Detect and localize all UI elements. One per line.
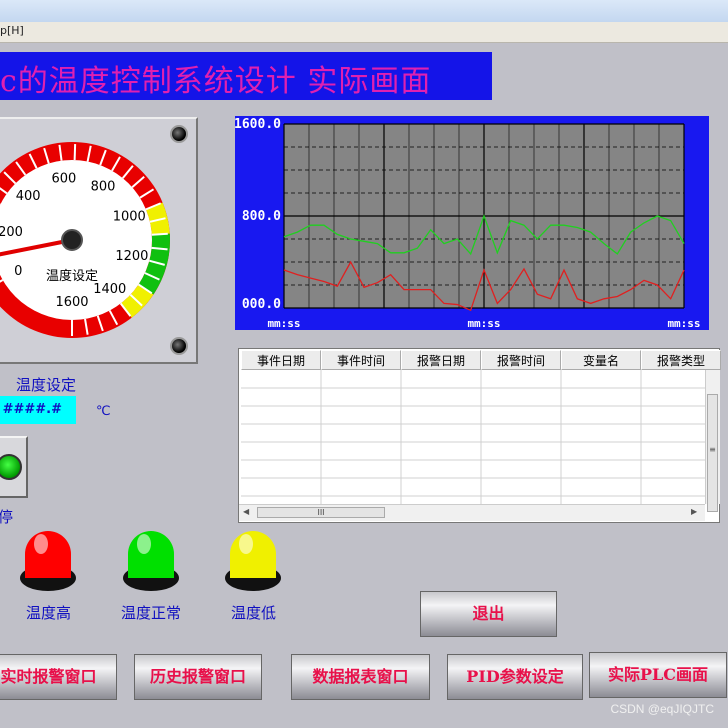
gauge-tick-label: 0 xyxy=(14,264,22,279)
gauge-tick-label: 1200 xyxy=(115,249,148,264)
setpoint-unit: ℃ xyxy=(96,404,111,419)
alarm-table[interactable]: 事件日期 事件时间 报警日期 报警时间 变量名 报警类型 ≡ ◀ III ▶ xyxy=(238,348,721,523)
gauge-tick-label: 800 xyxy=(91,179,116,194)
gauge-hub xyxy=(61,229,83,251)
vertical-scroll-thumb[interactable]: ≡ xyxy=(707,394,718,512)
exit-button[interactable]: 退出 xyxy=(420,591,557,637)
column-header[interactable]: 事件日期 xyxy=(241,350,321,370)
lamp-icon xyxy=(25,531,71,578)
gauge-tick-label: 200 xyxy=(0,225,23,240)
setpoint-label: 温度设定 xyxy=(16,376,77,394)
temperature-gauge: 0 200 400 600 800 1000 1200 1400 1600 温度设定 xyxy=(0,142,170,338)
lamp-highlight xyxy=(34,534,48,554)
gauge-tick-label: 1400 xyxy=(93,282,126,297)
gauge-caption: 温度设定 xyxy=(46,268,98,284)
watermark: CSDN @eqJIQJTC xyxy=(610,702,714,716)
gauge-tick xyxy=(151,232,168,236)
lamp-highlight xyxy=(137,534,151,554)
x-tick-label: mm:ss xyxy=(467,317,500,330)
x-tick-label: mm:ss xyxy=(267,317,300,330)
lamp-icon xyxy=(230,531,276,578)
pid-settings-button[interactable]: PID参数设定 xyxy=(447,654,583,700)
setpoint-input[interactable]: ####.# xyxy=(0,396,76,424)
gauge-tick-label: 600 xyxy=(51,172,76,187)
setpoint-value: ####.# xyxy=(2,402,62,417)
gauge-tick xyxy=(73,144,77,161)
switch-knob-icon xyxy=(0,454,22,480)
horizontal-scroll-thumb[interactable]: III xyxy=(257,507,385,518)
lamp-label-low: 温度低 xyxy=(231,604,277,622)
lamp-icon xyxy=(128,531,174,578)
realtime-alarm-window-button[interactable]: 实时报警窗口 xyxy=(0,654,117,700)
y-tick-label: 1600.0 xyxy=(235,117,281,132)
gauge-tick-label: 1600 xyxy=(55,295,88,310)
y-tick-label: 000.0 xyxy=(242,297,281,312)
column-header[interactable]: 事件时间 xyxy=(321,350,401,370)
horizontal-scrollbar[interactable]: ◀ III ▶ xyxy=(239,504,705,521)
status-lamps xyxy=(20,531,281,591)
gauge-tick-label: 400 xyxy=(16,189,41,204)
lamp-highlight xyxy=(239,534,253,554)
trend-chart: 1600.0 800.0 000.0 mm:ss mm:ss mm:ss xyxy=(235,117,701,330)
run-stop-switch[interactable] xyxy=(0,436,28,498)
scroll-right-icon[interactable]: ▶ xyxy=(691,507,697,516)
x-tick-label: mm:ss xyxy=(667,317,700,330)
column-header[interactable]: 报警时间 xyxy=(481,350,561,370)
alarm-table-body xyxy=(241,370,705,504)
column-header[interactable]: 变量名 xyxy=(561,350,641,370)
vertical-scrollbar[interactable]: ≡ xyxy=(705,370,720,512)
actual-plc-screen-button[interactable]: 实际PLC画面 xyxy=(589,652,727,698)
scroll-left-icon[interactable]: ◀ xyxy=(243,507,249,516)
lamp-label-high: 温度高 xyxy=(26,604,72,622)
lamp-label-normal: 温度正常 xyxy=(121,604,182,622)
column-header[interactable]: 报警日期 xyxy=(401,350,481,370)
column-header[interactable]: 报警类型 xyxy=(641,350,721,370)
gauge-tick-label: 1000 xyxy=(113,209,146,224)
data-report-window-button[interactable]: 数据报表窗口 xyxy=(291,654,430,700)
history-alarm-window-button[interactable]: 历史报警窗口 xyxy=(134,654,262,700)
y-tick-label: 800.0 xyxy=(242,209,281,224)
